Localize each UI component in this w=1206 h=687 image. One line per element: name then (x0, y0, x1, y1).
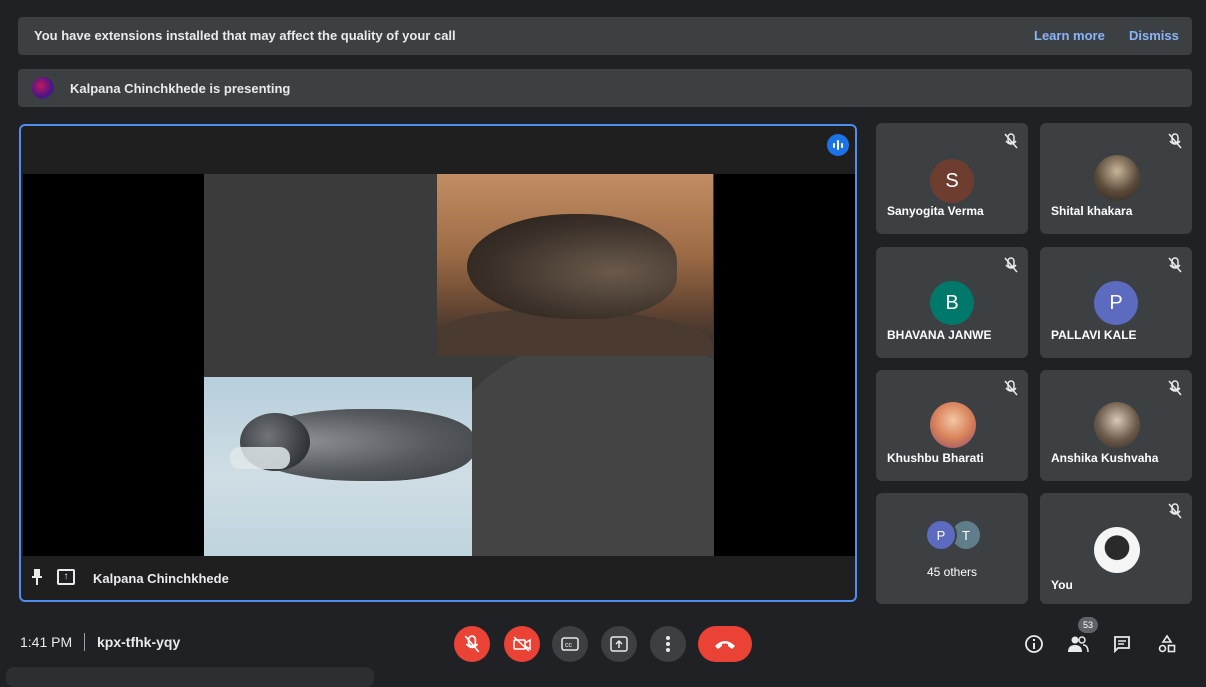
participant-tile[interactable]: Khushbu Bharati (876, 370, 1028, 481)
participant-name: Shital khakara (1051, 204, 1133, 218)
speaking-indicator-icon (827, 134, 849, 156)
avatar (930, 402, 976, 448)
participant-name: PALLAVI KALE (1051, 328, 1137, 342)
mic-off-icon (464, 635, 480, 653)
more-options-button[interactable] (650, 626, 686, 662)
slide-background-shape (434, 334, 714, 556)
meeting-details-button[interactable] (1022, 632, 1046, 656)
monk-seal-photo (204, 377, 472, 556)
participant-name: You (1051, 578, 1073, 592)
os-taskbar (6, 667, 374, 687)
presenter-name-label: Kalpana Chinchkhede (93, 571, 229, 586)
participant-tile[interactable]: S Sanyogita Verma (876, 123, 1028, 234)
seal-shape (467, 214, 677, 319)
mic-off-icon (1168, 503, 1182, 519)
learn-more-link[interactable]: Learn more (1034, 28, 1105, 43)
self-tile[interactable]: You (1040, 493, 1192, 604)
activities-icon (1158, 634, 1176, 653)
avatar: P (1094, 281, 1138, 325)
people-button[interactable] (1066, 632, 1090, 656)
presenter-avatar (32, 77, 54, 99)
others-tile[interactable]: P T 45 others (876, 493, 1028, 604)
info-icon (1025, 635, 1043, 653)
fur-seal-photo (437, 174, 713, 356)
svg-text:cc: cc (565, 642, 573, 649)
more-vert-icon (666, 636, 670, 652)
presentation-tile[interactable]: ↑ Kalpana Chinchkhede (19, 124, 857, 602)
avatar: P (925, 519, 957, 551)
meeting-code: kpx-tfhk-yqy (97, 634, 181, 650)
chat-button[interactable] (1110, 632, 1134, 656)
mic-off-icon (1168, 257, 1182, 273)
participant-tile[interactable]: B BHAVANA JANWE (876, 247, 1028, 358)
call-end-icon (715, 641, 735, 649)
participant-count-badge: 53 (1078, 617, 1098, 633)
clock: 1:41 PM (20, 634, 73, 650)
participant-tile[interactable]: Anshika Kushvaha (1040, 370, 1192, 481)
extension-warning-banner: You have extensions installed that may a… (18, 17, 1192, 55)
participant-name: Khushbu Bharati (887, 451, 984, 465)
leave-call-button[interactable] (698, 626, 752, 662)
activities-button[interactable] (1155, 632, 1179, 656)
presentation-tile-footer: ↑ Kalpana Chinchkhede (21, 556, 855, 600)
camera-toggle-button[interactable] (504, 626, 540, 662)
mic-off-icon (1168, 133, 1182, 149)
mic-off-icon (1004, 380, 1018, 396)
avatar (1094, 155, 1140, 201)
participant-name: Anshika Kushvaha (1051, 451, 1159, 465)
presenting-banner: Kalpana Chinchkhede is presenting (18, 69, 1192, 107)
captions-icon: cc (561, 637, 579, 651)
avatar (1094, 402, 1140, 448)
others-count: 45 others (926, 565, 978, 579)
participant-tile[interactable]: Shital khakara (1040, 123, 1192, 234)
presenting-text: Kalpana Chinchkhede is presenting (70, 81, 291, 96)
presenting-icon: ↑ (57, 569, 75, 585)
mic-off-icon (1004, 257, 1018, 273)
presentation-slide (204, 174, 714, 556)
divider (84, 633, 85, 651)
avatar (1094, 527, 1140, 573)
mic-off-icon (1004, 133, 1018, 149)
participant-name: Sanyogita Verma (887, 204, 984, 218)
camera-off-icon (513, 636, 531, 652)
participant-tile[interactable]: P PALLAVI KALE (1040, 247, 1192, 358)
present-icon (610, 636, 628, 652)
shared-screen (23, 174, 855, 556)
participant-name: BHAVANA JANWE (887, 328, 992, 342)
people-icon (1068, 636, 1089, 653)
avatar: B (930, 281, 974, 325)
plastic-bottle-shape (230, 447, 290, 469)
mic-toggle-button[interactable] (454, 626, 490, 662)
mic-off-icon (1168, 380, 1182, 396)
avatar: S (930, 159, 974, 203)
present-now-button[interactable] (601, 626, 637, 662)
extension-warning-text: You have extensions installed that may a… (34, 28, 456, 43)
dismiss-button[interactable]: Dismiss (1129, 28, 1179, 43)
chat-icon (1114, 636, 1130, 653)
pin-icon[interactable] (32, 569, 42, 585)
captions-button[interactable]: cc (552, 626, 588, 662)
